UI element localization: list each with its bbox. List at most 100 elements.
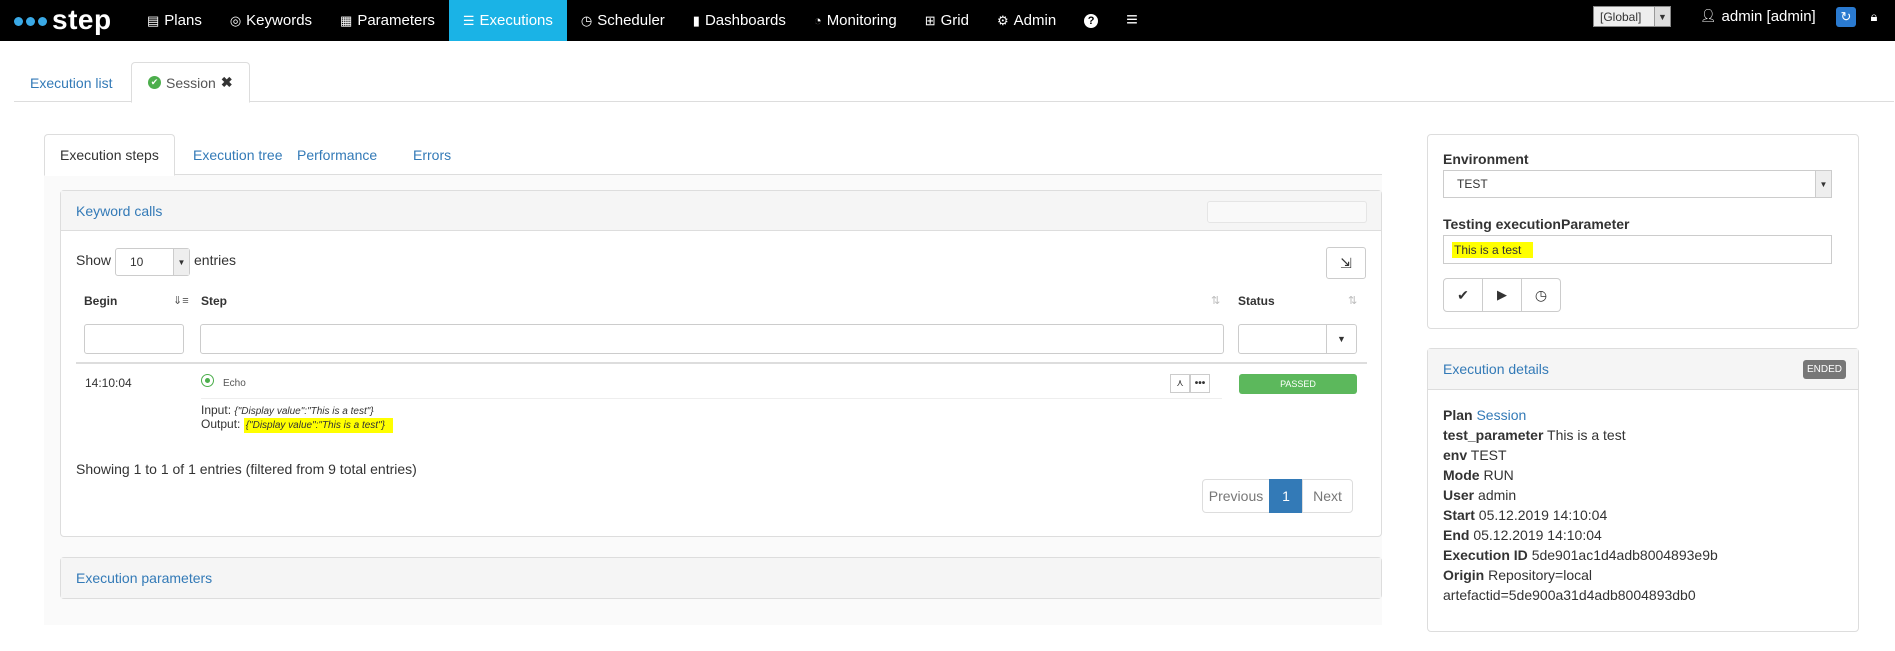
detail-mode: Mode RUN [1443,467,1514,483]
close-icon[interactable]: ✖ [221,74,233,91]
environment-select[interactable]: TEST ▼ [1443,170,1832,198]
nav-plans[interactable]: ▤ Plans [133,0,216,41]
nav-menu[interactable]: ≡ [1112,0,1152,41]
keyword-calls-panel: Keyword calls Show 10 ▼ entries ⇲ Begin … [60,190,1382,537]
tab-execution-steps[interactable]: Execution steps [44,134,175,176]
plan-link[interactable]: Session [1476,407,1526,423]
refresh-icon: ↻ [1840,9,1852,24]
schedule-button[interactable]: ◷ [1522,278,1561,312]
dashboard-icon: ◔ [813,13,822,28]
column-begin[interactable]: Begin [84,294,117,308]
execution-tabs: Execution list ✔ Session ✖ [14,62,1894,103]
refresh-button[interactable]: ↻ [1836,7,1856,27]
nav-monitoring[interactable]: ◔ Monitoring [800,0,911,41]
tree-view-button[interactable]: ⋏ [1170,374,1190,393]
check-button[interactable]: ✔ [1443,278,1483,312]
tab-errors[interactable]: Errors [398,134,466,176]
column-step[interactable]: Step [201,294,227,308]
caret-down-icon: ▼ [1326,325,1356,353]
step-filter-input[interactable] [200,324,1224,354]
row-input: Input: {"Display value":"This is a test"… [201,403,374,417]
status-badge: PASSED [1239,374,1357,394]
lock-button[interactable]: 🔒︎ [1864,7,1884,27]
sort-icon[interactable]: ⇅ [1211,294,1220,307]
execute-button[interactable]: ▶ [1483,278,1522,312]
detail-end: End 05.12.2019 14:10:04 [1443,527,1602,543]
nav-help[interactable]: ? [1070,0,1112,41]
clock-icon: ◷ [1534,286,1548,303]
export-button[interactable]: ⇲ [1326,247,1366,279]
parameters-icon: ▦ [340,12,353,28]
chevron-down-icon: ▼ [1654,7,1670,26]
tab-execution-tree[interactable]: Execution tree [178,134,298,176]
execution-details-header: Execution details ENDED [1428,349,1858,390]
more-button[interactable]: ••• [1190,374,1210,393]
nav-keywords[interactable]: ◎ Keywords [216,0,326,41]
environment-label: Environment [1443,151,1529,167]
user-menu[interactable]: 👤︎ admin [admin] [1700,6,1816,26]
page-size-select[interactable]: 10 ▼ [115,248,190,276]
status-filter-select[interactable]: ▼ [1238,324,1357,354]
check-icon: ✔ [1457,286,1469,303]
param-label: Testing executionParameter [1443,216,1630,232]
detail-test-parameter: test_parameter This is a test [1443,427,1626,443]
detail-execution-id: Execution ID 5de901ac1d4adb8004893e9b [1443,547,1718,563]
check-circle-icon: ✔ [148,76,161,89]
grid-icon: ⊞ [924,12,936,28]
nav-parameters[interactable]: ▦ Parameters [326,0,449,41]
detail-origin-artefact: artefactid=5de900a31d4adb8004893db0 [1443,587,1696,603]
tenant-select[interactable]: [Global] ▼ [1593,6,1671,27]
detail-origin: Origin Repository=local [1443,567,1593,583]
step-logo[interactable]: step [14,3,112,37]
execution-parameters-panel[interactable]: Execution parameters [60,557,1382,599]
detail-plan: Plan Session [1443,407,1527,423]
detail-start: Start 05.12.2019 14:10:04 [1443,507,1608,523]
row-output: Output: {"Display value":"This is a test… [201,417,393,433]
nav-grid[interactable]: ⊞ Grid [911,0,983,41]
export-icon: ⇲ [1340,254,1352,271]
play-circle-icon [201,374,214,387]
execute-actions: ✔ ▶ ◷ [1443,278,1561,312]
nav-scheduler[interactable]: ◷ Scheduler [567,0,679,41]
status-badge: ENDED [1802,360,1846,379]
entries-label: entries [194,252,237,268]
tab-performance[interactable]: Performance [282,134,392,176]
next-page-button[interactable]: Next [1302,479,1353,513]
nav-executions[interactable]: ☰ Executions [448,0,567,41]
table-info: Showing 1 to 1 of 1 entries (filtered fr… [76,461,417,477]
logo-dots-icon [14,17,47,26]
bar-chart-icon: ▮ [692,12,700,28]
nav-dashboards[interactable]: ▮ Dashboards [679,0,800,41]
environment-panel: Environment TEST ▼ Testing executionPara… [1427,134,1859,329]
clock-icon: ◷ [580,12,593,28]
sitemap-icon: ⋏ [1176,378,1184,389]
file-icon: ▤ [147,12,160,28]
sort-icon[interactable]: ⇅ [1348,294,1357,307]
keyword-calls-header[interactable]: Keyword calls [61,191,1381,231]
keyword-icon: ◎ [229,12,242,28]
execution-subtabs: Execution steps Execution tree Performan… [44,134,1382,176]
chevron-down-icon: ▼ [173,249,189,275]
column-status[interactable]: Status [1238,294,1275,308]
user-icon: 👤︎ [1700,8,1717,23]
execution-parameters-header[interactable]: Execution parameters [61,558,1381,598]
row-step: Echo [223,378,246,389]
page-1-button[interactable]: 1 [1269,479,1303,513]
param-input[interactable]: This is a test [1443,235,1832,264]
show-label: Show [76,252,112,268]
previous-page-button[interactable]: Previous [1202,479,1270,513]
begin-filter-input[interactable] [84,324,184,354]
sort-desc-icon[interactable]: ⇓≡ [173,294,189,307]
nav-admin[interactable]: ⚙ Admin [983,0,1070,41]
brand-name: step [52,4,112,35]
help-icon: ? [1084,13,1099,28]
tab-session[interactable]: ✔ Session ✖ [131,62,250,103]
execution-list-link[interactable]: Execution list [30,75,112,91]
play-icon: ▶ [1497,287,1507,302]
lock-icon: 🔒︎ [1870,9,1878,24]
panel-header-filter[interactable] [1207,201,1367,223]
tab-execution-list[interactable]: Execution list [14,62,128,103]
session-tab-label: Session [166,74,216,91]
gear-icon: ⚙ [996,12,1009,28]
row-begin: 14:10:04 [85,376,132,390]
